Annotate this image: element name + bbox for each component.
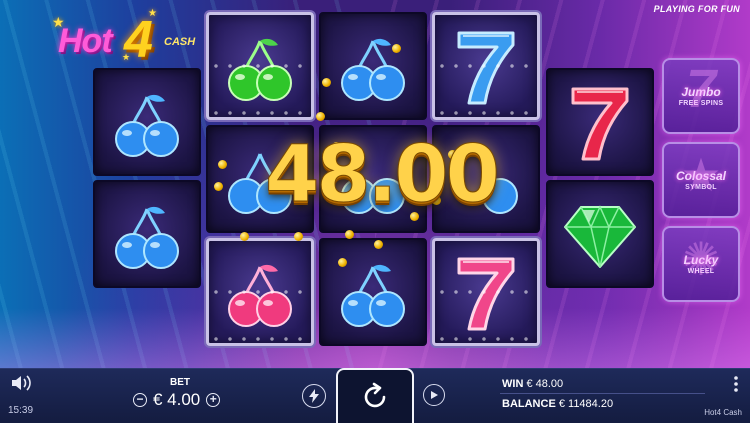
reel-1-symbol-2 [93, 180, 201, 288]
menu-dots-icon[interactable] [733, 375, 739, 393]
red-seven-icon [571, 87, 629, 161]
game-name-label: Hot4 Cash [704, 408, 742, 417]
reel-2-symbol-1 [206, 12, 314, 120]
turbo-button[interactable] [302, 384, 326, 408]
reel-2-symbol-3 [206, 238, 314, 346]
spin-arrow-icon [364, 382, 386, 407]
feature-colossal-symbol-button[interactable]: ★ Colossal SYMBOL [662, 142, 740, 218]
reel-5-symbol-1 [546, 68, 654, 176]
feature-lucky-wheel-button[interactable]: ✺ Lucky WHEEL [662, 226, 740, 302]
game-logo: Hot 4 CASH ★ ★ ★ [52, 8, 202, 70]
blue-seven-icon [457, 31, 515, 105]
coin-particle [374, 240, 383, 249]
star-icon: ★ [122, 52, 131, 62]
bet-increase-button[interactable]: + [206, 393, 221, 407]
bet-label: BET [170, 377, 190, 388]
coin-particle [322, 78, 331, 87]
reel-3-symbol-1 [319, 12, 427, 120]
blue-cherry-icon [115, 207, 179, 270]
bet-control: − € 4.00 + [133, 390, 221, 410]
balance-readout: BALANCE € 11484.20 [502, 398, 613, 410]
coin-particle [338, 258, 347, 267]
reel-4-symbol-1 [432, 12, 540, 120]
star-icon: ★ [148, 8, 157, 19]
coin-particle [345, 230, 354, 239]
readout-divider [500, 393, 705, 394]
logo-hot-text: Hot [58, 22, 113, 60]
coin-particle [240, 232, 249, 241]
reel-5-symbol-2 [546, 180, 654, 288]
balance-label: BALANCE [502, 398, 556, 410]
coin-particle [218, 160, 227, 169]
coin-particle [214, 182, 223, 191]
reel-4-symbol-3 [432, 238, 540, 346]
play-mode-label: PLAYING FOR FUN [653, 4, 740, 14]
reel-1-symbol-1 [93, 68, 201, 176]
clock-time: 15:39 [8, 405, 34, 416]
win-label: WIN [502, 378, 524, 390]
lightning-icon [309, 389, 319, 403]
reel-3-symbol-3 [319, 238, 427, 346]
play-icon [431, 391, 438, 399]
autoplay-button[interactable] [423, 384, 445, 406]
pink-seven-icon [457, 257, 515, 331]
green-cherry-icon [228, 38, 292, 102]
star-icon: ★ [52, 14, 65, 30]
blue-cherry-icon [341, 265, 405, 328]
blue-cherry-icon [115, 95, 179, 158]
pink-cherry-icon [228, 264, 292, 328]
balance-value: € 11484.20 [558, 398, 614, 410]
feature-jumbo-free-spins-button[interactable]: 7 Jumbo FREE SPINS [662, 58, 740, 134]
star-icon: ★ [680, 149, 722, 201]
bet-value: € 4.00 [153, 390, 201, 409]
coin-particle [294, 232, 303, 241]
win-amount-display: 48.00 [265, 130, 501, 221]
speaker-icon[interactable] [10, 374, 32, 392]
coin-particle [316, 112, 325, 121]
game-stage: Hot 4 CASH ★ ★ ★ PLAYING FOR FUN 48.00 7… [0, 0, 750, 368]
spin-button[interactable] [336, 368, 414, 423]
green-gem-icon [564, 205, 636, 269]
coin-particle [392, 44, 401, 53]
logo-cash-text: CASH [164, 36, 196, 48]
seven-icon: 7 [685, 59, 717, 119]
win-readout: WIN € 48.00 [502, 378, 563, 390]
win-value: € 48.00 [526, 378, 564, 390]
bet-decrease-button[interactable]: − [133, 393, 147, 407]
wheel-icon: ✺ [681, 233, 721, 285]
